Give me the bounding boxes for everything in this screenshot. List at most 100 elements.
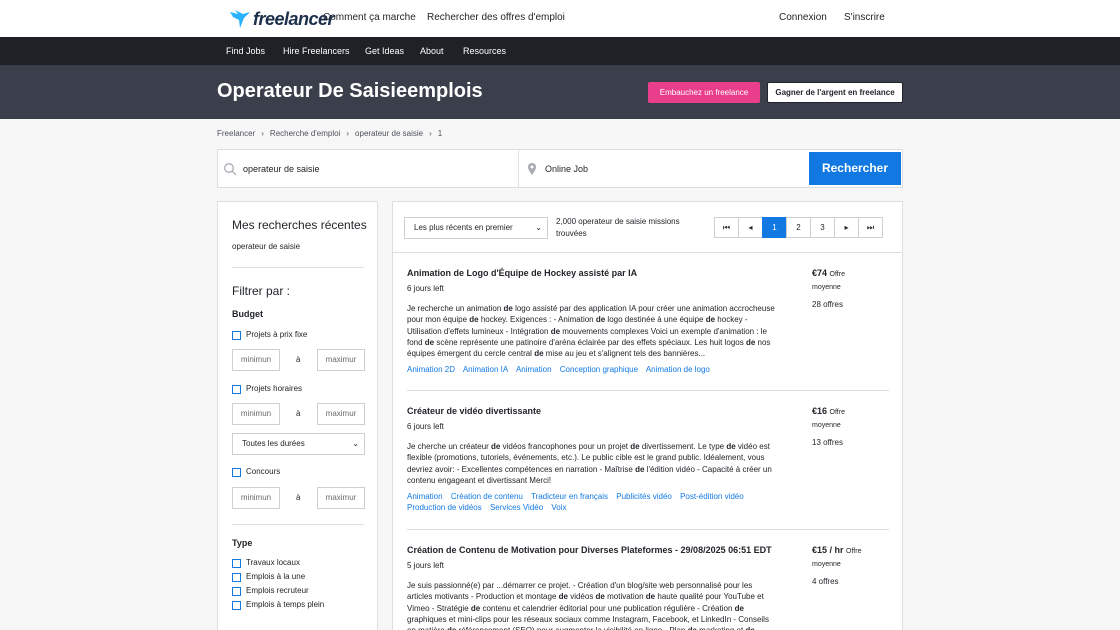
hero-banner: Operateur De Saisieemplois Embauchez un … bbox=[0, 65, 1120, 119]
divider bbox=[407, 390, 889, 391]
first-page-icon[interactable]: ⏮ bbox=[714, 217, 739, 238]
breadcrumb-freelancer[interactable]: Freelancer bbox=[217, 129, 255, 138]
divider bbox=[232, 267, 364, 268]
job-days-left: 6 jours left bbox=[407, 284, 444, 293]
job-title[interactable]: Animation de Logo d'Équipe de Hockey ass… bbox=[407, 268, 637, 278]
page-title: Operateur De Saisieemplois bbox=[217, 80, 483, 102]
job-title[interactable]: Création de Contenu de Motivation pour D… bbox=[407, 545, 772, 555]
local-jobs-checkbox[interactable] bbox=[232, 559, 241, 568]
next-page-icon[interactable]: ▸ bbox=[834, 217, 859, 238]
filter-sidebar: Mes recherches récentes operateur de sai… bbox=[217, 201, 378, 630]
highlighted-keyword: de bbox=[469, 315, 479, 325]
freelancer-logo[interactable]: freelancer bbox=[229, 8, 335, 30]
breadcrumb: Freelancer › Recherche d'emploi › operateu… bbox=[217, 129, 442, 138]
hourly-checkbox[interactable] bbox=[232, 385, 241, 394]
skill-tag-link[interactable]: Animation bbox=[516, 365, 552, 374]
location-text: Online Job bbox=[545, 163, 589, 174]
page-button[interactable]: 3 bbox=[810, 217, 835, 238]
job-price: €16 Offre bbox=[812, 406, 845, 416]
hourly-min-input[interactable]: minimun bbox=[232, 403, 280, 425]
description-text: Je recherche un animation bbox=[407, 304, 504, 313]
job-days-left: 6 jours left bbox=[407, 422, 444, 431]
skill-tag-link[interactable]: Animation IA bbox=[463, 365, 508, 374]
price-suffix: Offre bbox=[846, 548, 862, 555]
earn-money-button[interactable]: Gagner de l'argent en freelance bbox=[767, 82, 903, 103]
skill-tag-link[interactable]: Conception graphique bbox=[560, 365, 638, 374]
highlighted-keyword: de bbox=[595, 315, 606, 325]
job-title[interactable]: Créateur de vidéo divertissante bbox=[407, 406, 541, 416]
skill-tag-link[interactable]: Voix bbox=[551, 503, 566, 512]
description-text: scène représente une patinoire d'aréna é… bbox=[434, 337, 746, 347]
recent-search-item[interactable]: operateur de saisie bbox=[232, 242, 300, 251]
breadcrumb-job-search[interactable]: Recherche d'emploi bbox=[270, 129, 340, 138]
skill-tag-link[interactable]: Animation 2D bbox=[407, 365, 455, 374]
sort-select[interactable]: Les plus récents en premier ⌄ bbox=[404, 217, 548, 239]
job-offers: 28 offres bbox=[812, 300, 843, 309]
breadcrumb-separator: › bbox=[346, 129, 350, 138]
breadcrumb-query[interactable]: operateur de saisie bbox=[355, 129, 423, 138]
skill-tag-link[interactable]: Création de contenu bbox=[451, 492, 523, 501]
pagination: ⏮ ◂ 1 2 3 ▸ ⏭ bbox=[714, 217, 883, 238]
breadcrumb-page: 1 bbox=[437, 129, 443, 138]
search-input[interactable]: operateur de saisie bbox=[223, 158, 513, 180]
signup-link[interactable]: S'inscrire bbox=[844, 12, 885, 23]
job-description: Je cherche un créateur de vidéos francop… bbox=[407, 441, 777, 486]
type-label: Emplois à la une bbox=[246, 572, 306, 581]
type-heading: Type bbox=[232, 538, 253, 548]
contest-min-input[interactable]: minimun bbox=[232, 487, 280, 509]
contest-max-input[interactable]: maximur bbox=[317, 487, 365, 509]
search-jobs-link[interactable]: Rechercher des offres d'emploi bbox=[427, 12, 565, 23]
featured-jobs-checkbox[interactable] bbox=[232, 573, 241, 582]
nav-find-jobs[interactable]: Find Jobs bbox=[226, 46, 265, 56]
last-page-icon[interactable]: ⏭ bbox=[858, 217, 883, 238]
duration-select[interactable]: Toutes les durées ⌄ bbox=[232, 433, 365, 455]
job-offers: 13 offres bbox=[812, 438, 843, 447]
job-description: Je suis passionné(e) par ...démarrer ce … bbox=[407, 580, 777, 630]
fulltime-jobs-checkbox[interactable] bbox=[232, 601, 241, 610]
skill-tag-link[interactable]: Animation bbox=[407, 492, 443, 501]
skill-tag-link[interactable]: Post-édition vidéo bbox=[680, 492, 744, 501]
hire-freelancer-button[interactable]: Embauchez un freelance bbox=[648, 82, 760, 103]
nav-about[interactable]: About bbox=[420, 46, 444, 56]
job-description: Je recherche un animation de logo assist… bbox=[407, 303, 777, 359]
page-button[interactable]: 1 bbox=[762, 217, 787, 238]
skill-tag-link[interactable]: Services Vidéo bbox=[490, 503, 543, 512]
highlighted-keyword: de bbox=[734, 603, 744, 613]
divider bbox=[232, 524, 364, 525]
skill-tag-link[interactable]: Tradicteur en français bbox=[531, 492, 608, 501]
fixed-max-input[interactable]: maximur bbox=[317, 349, 365, 371]
sort-value: Les plus récents en premier bbox=[414, 223, 513, 232]
highlighted-keyword: de bbox=[595, 592, 605, 602]
nav-get-ideas[interactable]: Get Ideas bbox=[365, 46, 404, 56]
hourly-max-input[interactable]: maximur bbox=[317, 403, 365, 425]
previous-page-icon[interactable]: ◂ bbox=[738, 217, 763, 238]
highlighted-keyword: de bbox=[447, 626, 456, 630]
fixed-min-input[interactable]: minimun bbox=[232, 349, 280, 371]
highlighted-keyword: de bbox=[558, 592, 568, 602]
job-price: €15 / hr Offre bbox=[812, 545, 861, 555]
fixed-price-checkbox[interactable] bbox=[232, 331, 241, 340]
description-text: divertissement. Le type bbox=[639, 442, 727, 451]
bird-icon bbox=[230, 10, 250, 28]
skill-tag-link[interactable]: Publicités vidéo bbox=[616, 492, 672, 501]
description-text: marketing et bbox=[697, 626, 745, 630]
highlighted-keyword: de bbox=[630, 442, 640, 451]
job-days-left: 5 jours left bbox=[407, 561, 444, 570]
job-price: €74 Offre bbox=[812, 268, 845, 278]
page-button[interactable]: 2 bbox=[786, 217, 811, 238]
login-link[interactable]: Connexion bbox=[779, 12, 827, 23]
skill-tag-link[interactable]: Production de vidéos bbox=[407, 503, 482, 512]
search-button[interactable]: Rechercher bbox=[809, 152, 901, 185]
contest-checkbox[interactable] bbox=[232, 468, 241, 477]
highlighted-keyword: de bbox=[726, 442, 736, 451]
nav-hire-freelancers[interactable]: Hire Freelancers bbox=[283, 46, 350, 56]
location-input[interactable]: Online Job bbox=[518, 150, 808, 187]
nav-resources[interactable]: Resources bbox=[463, 46, 506, 56]
highlighted-keyword: de bbox=[645, 592, 656, 602]
price-subtitle: moyenne bbox=[812, 284, 841, 291]
chevron-down-icon: ⌄ bbox=[352, 439, 359, 448]
how-it-works-link[interactable]: Comment ça marche bbox=[323, 12, 416, 23]
recruiter-jobs-checkbox[interactable] bbox=[232, 587, 241, 596]
skill-tag-link[interactable]: Animation de logo bbox=[646, 365, 710, 374]
fixed-price-label: Projets à prix fixe bbox=[246, 330, 308, 339]
